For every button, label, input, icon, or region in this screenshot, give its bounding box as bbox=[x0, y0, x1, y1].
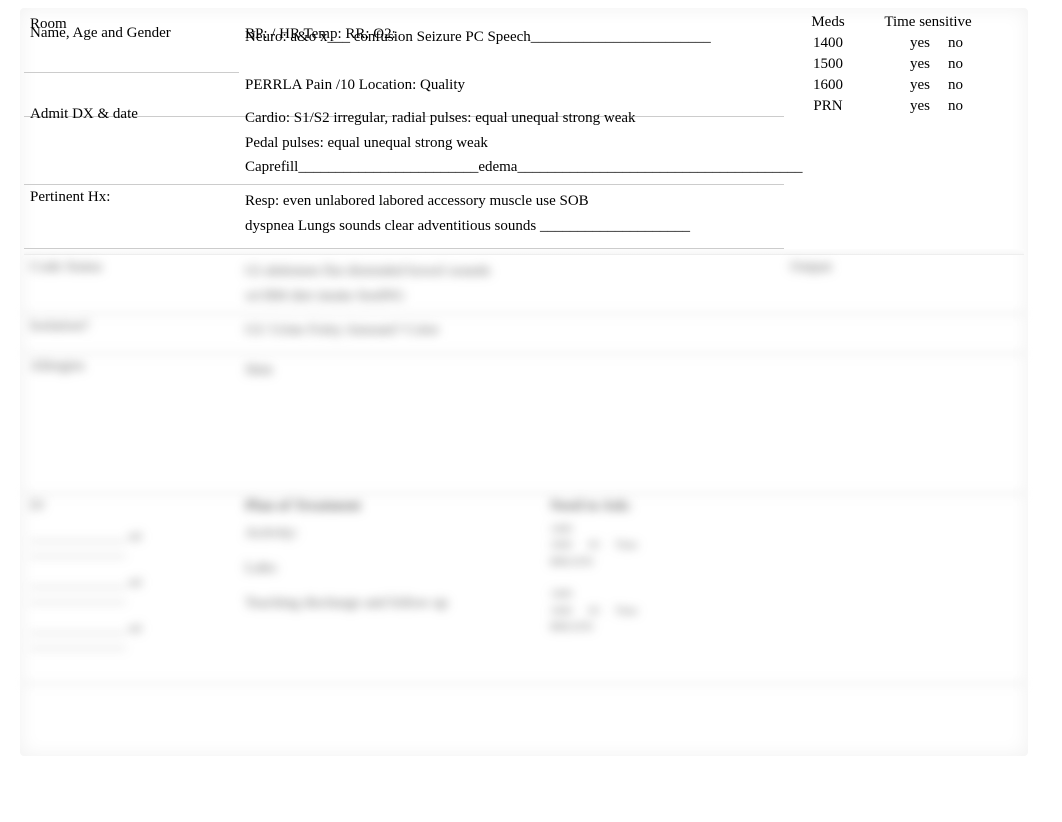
plan-activity: Activity: bbox=[245, 525, 538, 542]
ask-cell: 1600 bbox=[550, 539, 572, 551]
cardio-line: Cardio: S1/S2 irregular, radial pulses: … bbox=[245, 106, 778, 131]
gu-line: GU Urine Foley Amount? Color bbox=[239, 314, 784, 354]
caprefill-line: Caprefill________________________edema__… bbox=[245, 155, 778, 180]
need-to-ask-header: Need to Ask: bbox=[550, 498, 778, 515]
ask-cell: 1400 bbox=[550, 523, 572, 535]
ask-cell: Time bbox=[615, 539, 638, 551]
label-iv: IV ________________ ml ________________ … bbox=[24, 494, 239, 684]
resp-line: Resp: even unlabored labored accessory m… bbox=[245, 189, 778, 214]
plan-teaching: Teaching discharge and follow up bbox=[245, 595, 538, 612]
plan-labs: Labs: bbox=[245, 560, 538, 577]
label-code-status: Code Status bbox=[24, 255, 239, 314]
label-name-age-gender: Name, Age and Gender bbox=[24, 19, 239, 73]
skin-line: Skin bbox=[239, 354, 784, 494]
pedal-line: Pedal pulses: equal unequal strong weak bbox=[245, 131, 778, 156]
ask-cell: 1600 bbox=[550, 605, 572, 617]
gi-line-2: x4 BM diet intake feedNG bbox=[245, 284, 778, 309]
nursing-assessment-sheet: Room BP: / HR Temp: RR: O2: Meds Time se… bbox=[24, 12, 1024, 684]
perrla-line: PERRLA Pain /10 Location: Quality bbox=[245, 73, 778, 98]
neuro-line: Neuro: a&o x___ confusion Seizure PC Spe… bbox=[245, 25, 778, 50]
label-admit-dx: Admit DX & date bbox=[24, 102, 239, 185]
ask-cell: Time bbox=[615, 605, 638, 617]
gi-line-1: GI abdomen flat distended bowel sounds bbox=[245, 259, 778, 284]
iv-line: ________________ ml ________________ bbox=[30, 529, 233, 559]
plan-header: Plan of Treatment bbox=[245, 498, 538, 515]
ask-cell: 0C bbox=[589, 605, 602, 617]
label-output: Output bbox=[784, 255, 1024, 314]
ask-cell: BREATH bbox=[550, 621, 593, 633]
ask-cell: 1400 bbox=[550, 588, 572, 600]
label-isolation: Isolation? bbox=[24, 314, 239, 354]
label-allergies: Allergies bbox=[24, 354, 239, 494]
iv-line: ________________ ml ________________ bbox=[30, 621, 233, 651]
label-pertinent-hx: Pertinent Hx: bbox=[24, 185, 239, 249]
iv-title: IV bbox=[30, 498, 233, 515]
ask-cell: 0C bbox=[589, 539, 602, 551]
ask-cell: BREATH bbox=[550, 556, 593, 568]
dyspnea-line: dyspnea Lungs sounds clear adventitious … bbox=[245, 214, 778, 239]
iv-line: ________________ ml ________________ bbox=[30, 575, 233, 605]
